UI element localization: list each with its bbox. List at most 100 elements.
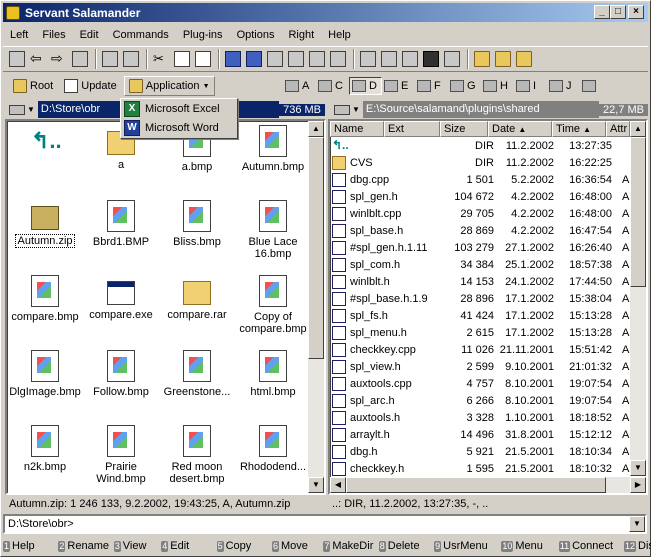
refresh-icon[interactable] <box>330 51 346 67</box>
date-column-header[interactable]: Date ▲ <box>488 121 552 137</box>
file-item[interactable]: Autumn.zip <box>7 198 83 248</box>
file-item[interactable]: Bliss.bmp <box>159 198 235 248</box>
scroll-thumb[interactable] <box>308 137 324 359</box>
drive-icon[interactable] <box>9 104 25 115</box>
file-item[interactable]: Red moon desert.bmp <box>159 423 235 485</box>
file-row[interactable]: dbg.cpp 1 501 5.2.2002 16:36:54 A <box>330 171 636 188</box>
fkey-dis-button[interactable]: 12Dis <box>624 538 651 554</box>
scroll-right-arrow-icon[interactable]: ▶ <box>630 477 646 493</box>
update-button[interactable]: Update <box>60 76 120 96</box>
compare-icon[interactable] <box>309 51 325 67</box>
attr-column-header[interactable]: Attr <box>606 121 630 137</box>
file-row[interactable]: spl_fs.h 41 424 17.1.2002 15:13:28 A <box>330 307 636 324</box>
name-column-header[interactable]: Name <box>330 121 384 137</box>
fkey-view-button[interactable]: 3 View <box>113 538 161 554</box>
file-row[interactable]: arraylt.h 14 496 31.8.2001 15:12:12 A <box>330 426 636 443</box>
drive-a-button[interactable]: A <box>283 77 316 95</box>
fkey-delete-button[interactable]: 8 Delete <box>378 538 434 554</box>
drive-g-button[interactable]: G <box>448 77 481 95</box>
move-files-icon[interactable] <box>246 51 262 67</box>
drive-h-button[interactable]: H <box>481 77 514 95</box>
ext-column-header[interactable]: Ext <box>384 121 440 137</box>
file-item[interactable]: Rhododend... <box>235 423 311 473</box>
root-button[interactable]: Root <box>9 76 57 96</box>
right-vertical-scrollbar[interactable]: ▲ ▼ <box>630 121 646 476</box>
file-row[interactable]: spl_gen.h 104 672 4.2.2002 16:48:00 A <box>330 188 636 205</box>
menu-help[interactable]: Help <box>321 29 358 41</box>
disconnect-drive-icon[interactable] <box>381 51 397 67</box>
command-line-input[interactable] <box>8 518 629 530</box>
menu-plugins[interactable]: Plug-ins <box>176 29 230 41</box>
scroll-left-arrow-icon[interactable]: ◀ <box>330 477 346 493</box>
fkey-usrmenu-button[interactable]: 9 UsrMenu <box>434 538 501 554</box>
copy-files-icon[interactable] <box>225 51 241 67</box>
forward-arrow-icon[interactable]: ⇨ <box>51 51 67 67</box>
plugin-fs-button[interactable] <box>580 77 613 95</box>
fkey-connect-button[interactable]: 11 Connect <box>558 538 624 554</box>
menu-commands[interactable]: Commands <box>106 29 176 41</box>
menu-edit[interactable]: Edit <box>73 29 106 41</box>
file-item[interactable]: Autumn.bmp <box>235 123 311 173</box>
select-icon[interactable] <box>72 51 88 67</box>
popup-item-excel[interactable]: X Microsoft Excel <box>121 100 237 118</box>
fkey-edit-button[interactable]: 4 Edit <box>161 538 216 554</box>
scroll-up-arrow-icon[interactable]: ▲ <box>630 121 646 137</box>
file-row[interactable]: winlblt.cpp 29 705 4.2.2002 16:48:00 A <box>330 205 636 222</box>
scroll-down-arrow-icon[interactable]: ▼ <box>630 460 646 476</box>
file-item[interactable]: DlgImage.bmp <box>7 348 83 398</box>
menu-files[interactable]: Files <box>35 29 72 41</box>
drive-j-button[interactable]: J <box>547 77 580 95</box>
file-row[interactable]: spl_base.h 28 869 4.2.2002 16:47:54 A <box>330 222 636 239</box>
right-path[interactable]: E:\Source\salamand\plugins\shared <box>362 101 600 118</box>
file-row[interactable]: spl_arc.h 6 266 8.10.2001 19:07:54 A <box>330 392 636 409</box>
right-file-panel[interactable]: Name Ext Size Date ▲ Time ▲ Attr ↰.. DIR 1… <box>328 119 648 495</box>
file-row[interactable]: spl_menu.h 2 615 17.1.2002 15:13:28 A <box>330 324 636 341</box>
fkey-rename-button[interactable]: 2 Rename <box>58 538 113 554</box>
file-item[interactable]: html.bmp <box>235 348 311 398</box>
close-button[interactable]: × <box>628 5 644 19</box>
file-item[interactable]: ↰.. <box>7 123 83 161</box>
file-row[interactable]: auxtools.cpp 4 757 8.10.2001 19:07:54 A <box>330 375 636 392</box>
file-item[interactable]: Follow.bmp <box>83 348 159 398</box>
cut-icon[interactable]: ✂ <box>153 51 169 67</box>
fkey-makedir-button[interactable]: 7 MakeDir <box>323 538 378 554</box>
file-item[interactable]: n2k.bmp <box>7 423 83 473</box>
file-item[interactable]: compare.exe <box>83 273 159 321</box>
paste-icon[interactable] <box>195 51 211 67</box>
delete-icon[interactable] <box>267 51 283 67</box>
maximize-button[interactable]: □ <box>610 5 626 19</box>
file-row[interactable]: checkkey.h 1 595 21.5.2001 18:10:32 A <box>330 460 636 477</box>
file-row[interactable]: dbg.h 5 921 21.5.2001 18:10:34 A <box>330 443 636 460</box>
size-column-header[interactable]: Size <box>440 121 488 137</box>
drive-c-button[interactable]: C <box>316 77 349 95</box>
file-row[interactable]: spl_view.h 2 599 9.10.2001 21:01:32 A <box>330 358 636 375</box>
properties-icon[interactable] <box>288 51 304 67</box>
left-file-panel[interactable]: ↰.. a a.bmp Autumn.bmp Autumn.zip Bbrd1.BMP Bl… <box>5 119 326 495</box>
file-row[interactable]: CVS DIR 11.2.2002 16:22:25 <box>330 154 636 171</box>
left-vertical-scrollbar[interactable]: ▲ ▼ <box>308 121 324 493</box>
file-item[interactable]: Prairie Wind.bmp <box>83 423 159 485</box>
open-folder-icon[interactable] <box>474 51 490 67</box>
file-item[interactable]: compare.bmp <box>7 273 83 323</box>
folder-history-icon[interactable] <box>516 51 532 67</box>
unfilter-icon[interactable] <box>123 51 139 67</box>
file-item[interactable]: Blue Lace 16.bmp <box>235 198 311 260</box>
map-drive-icon[interactable] <box>360 51 376 67</box>
file-row[interactable]: checkkey.cpp 11 026 21.11.2001 15:51:42 A <box>330 341 636 358</box>
fkey-move-button[interactable]: 6 Move <box>271 538 323 554</box>
file-item[interactable]: Copy of compare.bmp <box>235 273 311 335</box>
chevron-down-icon[interactable]: ▼ <box>352 105 360 114</box>
filter-icon[interactable] <box>102 51 118 67</box>
fkey-menu-button[interactable]: 10 Menu <box>501 538 558 554</box>
back-arrow-icon[interactable]: ⇦ <box>30 51 46 67</box>
file-item[interactable]: Greenstone... <box>159 348 235 398</box>
application-button[interactable]: Application ▼ <box>123 76 215 96</box>
time-column-header[interactable]: Time ▲ <box>552 121 606 137</box>
file-row[interactable]: #spl_base.h.1.9 28 896 17.1.2002 15:38:04 A <box>330 290 636 307</box>
command-prompt-icon[interactable] <box>423 51 439 67</box>
chevron-down-icon[interactable]: ▼ <box>27 105 35 114</box>
scroll-down-arrow-icon[interactable]: ▼ <box>308 477 324 493</box>
connect-icon[interactable] <box>9 51 25 67</box>
view-mode-icon[interactable] <box>444 51 460 67</box>
chevron-down-icon[interactable]: ▼ <box>629 516 645 532</box>
